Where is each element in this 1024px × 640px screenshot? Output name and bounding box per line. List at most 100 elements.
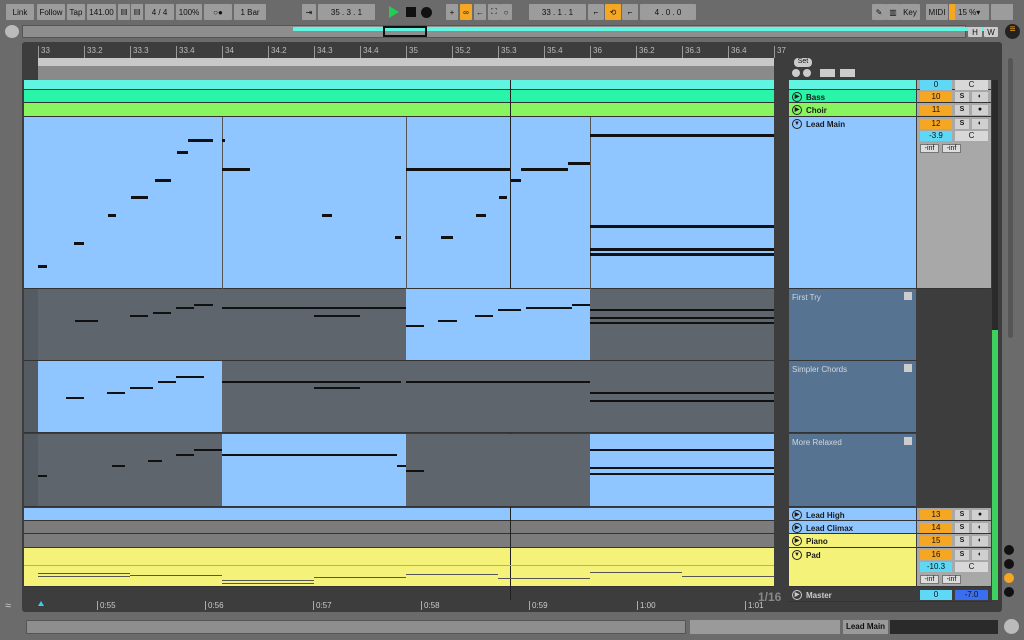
fold-icon[interactable]: ▶ [792, 523, 802, 533]
loop-switch-icon[interactable]: ⟲ [605, 4, 621, 20]
nudge-down-icon[interactable]: ‖‖ [118, 4, 130, 20]
arm-button[interactable]: ● [972, 510, 988, 520]
stop-icon[interactable] [406, 7, 416, 17]
fold-icon[interactable]: ▶ [792, 590, 802, 600]
track-header-piano[interactable]: ▶ Piano [789, 534, 916, 548]
optimize-height-button[interactable]: H [968, 27, 982, 37]
overview-viewport[interactable] [383, 26, 427, 37]
solo-button[interactable]: S [955, 523, 969, 533]
send-b[interactable]: -inf [942, 144, 961, 153]
send-b[interactable]: -inf [942, 575, 961, 584]
track-header-lead-main[interactable]: ▼ Lead Main [789, 117, 916, 289]
follow-button[interactable]: Follow [37, 4, 65, 20]
track-activator[interactable]: 10 [920, 92, 952, 102]
draw-mode-icon[interactable]: ✎ [872, 4, 886, 20]
take-lane-header[interactable]: First Try [789, 289, 916, 361]
returns-toggle-icon[interactable] [1004, 559, 1014, 569]
track-header-bass[interactable]: ▶ Bass [789, 90, 916, 103]
delay-toggle-icon[interactable] [1004, 587, 1014, 597]
tap-button[interactable]: Tap [67, 4, 85, 20]
keyboard-icon[interactable]: ▥ [886, 4, 900, 20]
track-header-lead-high[interactable]: ▶ Lead High [789, 508, 916, 521]
link-button[interactable]: Link [6, 4, 34, 20]
locator-lane[interactable] [38, 66, 774, 80]
fold-icon[interactable]: ▶ [792, 536, 802, 546]
pan-field[interactable]: C [955, 80, 988, 90]
solo-button[interactable]: S [955, 92, 969, 102]
track-activator[interactable]: 15 [920, 536, 952, 546]
io-toggle-icon[interactable] [1004, 545, 1014, 555]
arm-button[interactable]: ◐ [972, 523, 988, 533]
midi-map-button[interactable]: MIDI [926, 4, 948, 20]
follow-arrow-icon[interactable]: ⇥ [302, 4, 316, 20]
take-lane-header[interactable]: More Relaxed [789, 434, 916, 507]
track-lane-pad[interactable] [24, 548, 774, 587]
lock-icon[interactable] [840, 69, 855, 77]
speaker-icon[interactable] [904, 292, 912, 300]
automation-arm-icon[interactable]: ∞ [460, 4, 472, 20]
capture-icon[interactable]: ⛶ [488, 4, 500, 20]
loop-brace[interactable] [38, 58, 774, 66]
track-header-master[interactable]: ▶ Master [789, 588, 916, 602]
loop-length-field[interactable]: 4 . 0 . 0 [640, 4, 696, 20]
loop-start-field[interactable]: 33 . 1 . 1 [529, 4, 586, 20]
mixer-toggle-icon[interactable] [1004, 573, 1014, 583]
take-lane-header[interactable]: Simpler Chords [789, 361, 916, 433]
master-volume[interactable]: 0 [920, 590, 952, 600]
session-record-icon[interactable]: ○ [500, 4, 512, 20]
metronome-dropdown[interactable]: ○● [204, 4, 232, 20]
next-locator-icon[interactable] [803, 69, 811, 77]
punch-in-icon[interactable]: ⌐ [588, 4, 604, 20]
zoom-field[interactable]: 100% [176, 4, 202, 20]
track-lane-bass[interactable] [24, 90, 774, 103]
fold-icon[interactable]: ▶ [792, 92, 802, 102]
fold-icon[interactable]: ▶ [792, 105, 802, 115]
loop-start-marker[interactable] [38, 601, 44, 606]
prev-locator-icon[interactable] [792, 69, 800, 77]
master-cue-volume[interactable]: -7.0 [955, 590, 988, 600]
solo-button[interactable]: S [955, 550, 969, 560]
tempo-field[interactable]: 141.00 [87, 4, 116, 20]
arm-button[interactable]: ◐ [972, 119, 988, 129]
send-a[interactable]: -inf [920, 144, 939, 153]
punch-out-icon[interactable]: ⌐ [622, 4, 638, 20]
song-position-field[interactable]: 35 . 3 . 1 [318, 4, 375, 20]
track-header-lead-climax[interactable]: ▶ Lead Climax [789, 521, 916, 534]
send-a[interactable]: -inf [920, 575, 939, 584]
pan-field[interactable]: C [955, 562, 988, 572]
fold-icon[interactable]: ▼ [792, 550, 802, 560]
selected-track-label[interactable]: Lead Main [843, 620, 888, 634]
wave-icon[interactable]: ≈ [5, 600, 19, 612]
solo-button[interactable]: S [955, 510, 969, 520]
solo-button[interactable]: S [955, 105, 969, 115]
pan-field[interactable]: C [955, 131, 988, 141]
fold-icon[interactable]: ▼ [792, 119, 802, 129]
track-lane-top[interactable] [24, 80, 774, 90]
track-activator[interactable]: 12 [920, 119, 952, 129]
track-header-top[interactable] [789, 80, 916, 90]
solo-button[interactable]: S [955, 119, 969, 129]
vertical-scrollbar[interactable] [1008, 58, 1013, 338]
track-activator[interactable]: 16 [920, 550, 952, 560]
track-lane-lead-main[interactable] [24, 117, 774, 289]
volume-field[interactable]: -3.9 [920, 131, 952, 141]
volume-field[interactable]: 0 [920, 80, 952, 90]
track-header-choir[interactable]: ▶ Choir [789, 103, 916, 117]
expand-detail-icon[interactable] [1004, 619, 1019, 634]
track-lane-lead-climax[interactable] [24, 521, 774, 534]
arm-button[interactable]: ◐ [972, 536, 988, 546]
speaker-icon[interactable] [904, 364, 912, 372]
optimize-width-button[interactable]: W [984, 27, 998, 37]
time-signature-field[interactable]: 4 / 4 [145, 4, 174, 20]
track-activator[interactable]: 14 [920, 523, 952, 533]
arm-button[interactable]: ◐ [972, 92, 988, 102]
overdub-icon[interactable]: + [446, 4, 458, 20]
arm-button[interactable]: ◐ [972, 550, 988, 560]
beat-ruler[interactable]: 33 33.2 33.3 33.4 34 34.2 34.3 34.4 35 35.2 35.3 35… [24, 46, 788, 58]
play-icon[interactable] [389, 6, 399, 18]
track-lane-choir[interactable] [24, 103, 774, 117]
speaker-icon[interactable] [904, 437, 912, 445]
track-lane-lead-high[interactable] [24, 508, 774, 521]
track-header-pad[interactable]: ▼ Pad [789, 548, 916, 587]
track-activator[interactable]: 13 [920, 510, 952, 520]
